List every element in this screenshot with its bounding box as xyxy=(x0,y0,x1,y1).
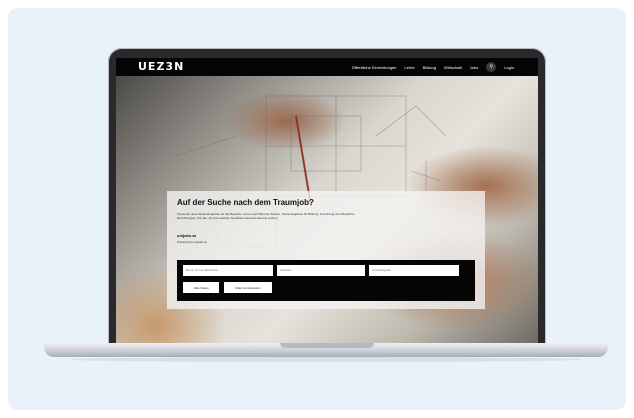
brand-subtitle: Powered by unijobs.at xyxy=(177,240,207,244)
nav-links: Öffentliche Einrichtungen Lehre Bildung … xyxy=(352,58,514,76)
login-link[interactable]: Login xyxy=(504,65,514,70)
laptop-screen: UEZ3N Öffentliche Einrichtungen Lehre Bi… xyxy=(116,58,538,343)
hero-card: Auf der Suche nach dem Traumjob? Tausend… xyxy=(167,191,485,309)
nav-item-jobs[interactable]: Jobs xyxy=(470,65,478,70)
find-jobs-button[interactable]: Jobs finden xyxy=(183,282,219,293)
job-search-form: Beruf, Firma, Stichworte Standort Anstel… xyxy=(177,260,475,301)
laptop-shadow xyxy=(70,357,582,362)
top-navigation: UEZ3N Öffentliche Einrichtungen Lehre Bi… xyxy=(116,58,538,76)
keyword-input[interactable]: Beruf, Firma, Stichworte xyxy=(183,265,273,276)
site-logo[interactable]: UEZ3N xyxy=(138,61,184,73)
hero-description: Tausende neue Stellenangebote für die Be… xyxy=(177,212,355,221)
nav-item-economy[interactable]: Wirtschaft xyxy=(444,65,462,70)
reset-filter-button[interactable]: Filter zurücksetzen xyxy=(224,282,272,293)
nav-item-education[interactable]: Bildung xyxy=(423,65,436,70)
nav-item-public-institutions[interactable]: Öffentliche Einrichtungen xyxy=(352,65,397,70)
nav-item-teaching[interactable]: Lehre xyxy=(404,65,414,70)
brand-logo[interactable]: unijobs.at xyxy=(177,233,196,238)
laptop-notch xyxy=(280,343,374,348)
location-input[interactable]: Standort xyxy=(277,265,365,276)
search-icon[interactable]: ⚲ xyxy=(486,62,497,72)
employment-type-select[interactable]: Anstellungsart xyxy=(369,265,459,276)
hero-title: Auf der Suche nach dem Traumjob? xyxy=(177,198,314,207)
